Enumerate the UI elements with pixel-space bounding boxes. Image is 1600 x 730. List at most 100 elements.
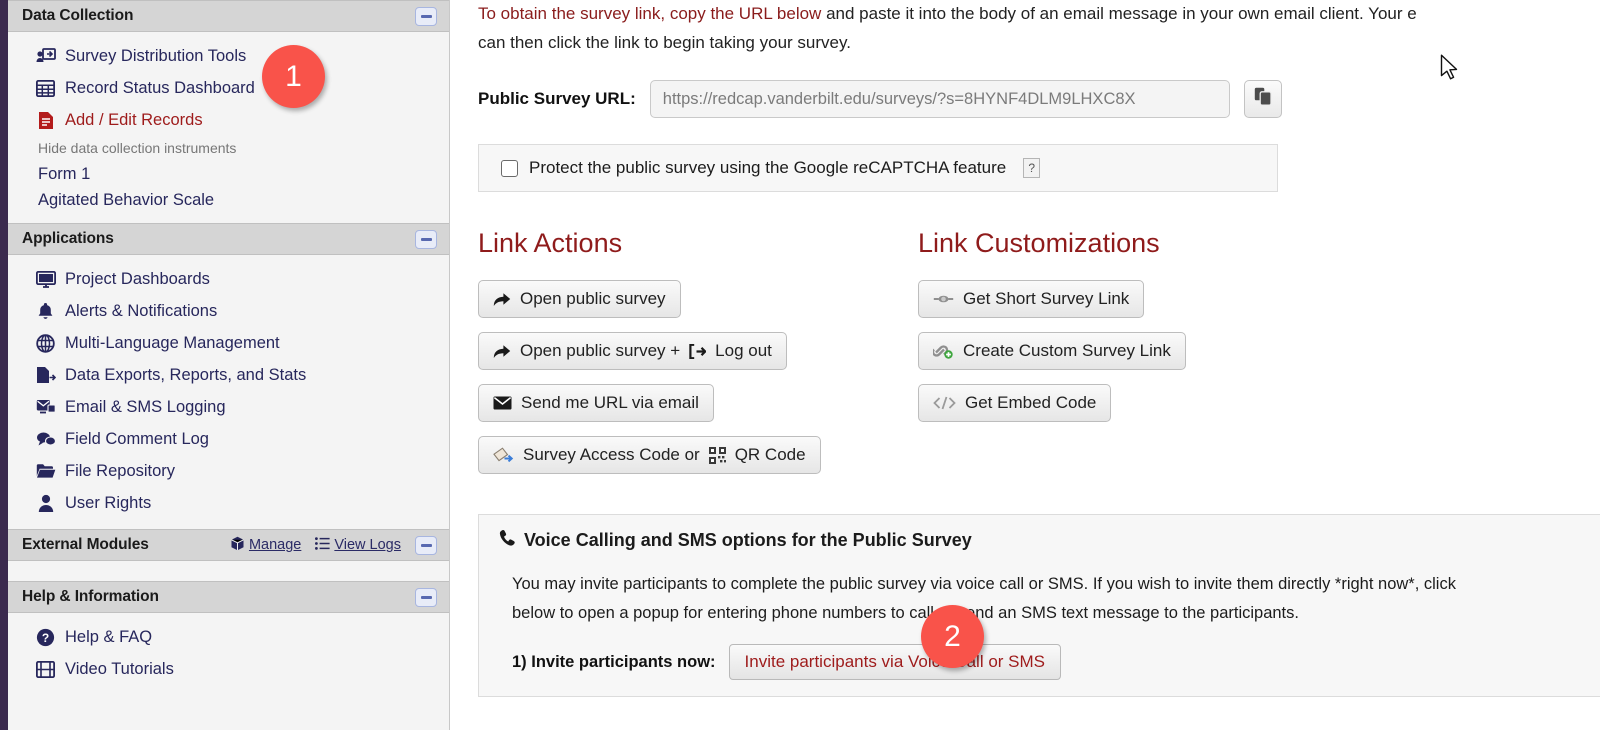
button-label: Get Short Survey Link bbox=[963, 289, 1130, 308]
intro-text: To obtain the survey link, copy the URL … bbox=[468, 0, 1600, 29]
sidebar-item-file-repository[interactable]: File Repository bbox=[8, 455, 449, 487]
document-export-icon bbox=[35, 365, 56, 386]
manage-label: Manage bbox=[248, 537, 302, 553]
hide-data-collection-instruments-link[interactable]: Hide data collection instruments bbox=[8, 136, 449, 161]
voice-panel-paragraph-line2: below to open a popup for entering phone… bbox=[512, 604, 1299, 622]
invite-participants-step-label: 1) Invite participants now: bbox=[512, 652, 716, 671]
recaptcha-label: Protect the public survey using the Goog… bbox=[529, 158, 1007, 177]
sidebar-item-label: Multi-Language Management bbox=[65, 334, 280, 352]
external-modules-manage-link[interactable]: Manage bbox=[230, 536, 301, 555]
button-label-2: Log out bbox=[715, 341, 772, 360]
link-sections: Link Actions Open public survey Open pub… bbox=[478, 228, 1600, 488]
voice-panel-title: Voice Calling and SMS options for the Pu… bbox=[524, 530, 972, 550]
copy-clipboard-icon bbox=[1254, 87, 1272, 111]
button-label: Send me URL via email bbox=[521, 393, 699, 412]
public-survey-url-row: Public Survey URL: https://redcap.vander… bbox=[468, 80, 1600, 118]
sidebar-item-record-status-dashboard[interactable]: Record Status Dashboard bbox=[8, 72, 449, 104]
survey-access-code-qr-button[interactable]: Survey Access Code or QR Code bbox=[478, 436, 821, 474]
external-modules-view-logs-link[interactable]: View Logs bbox=[315, 536, 401, 554]
sidebar-item-label: Add / Edit Records bbox=[65, 111, 203, 129]
sidebar-item-label: Video Tutorials bbox=[65, 660, 174, 678]
sidebar-item-field-comment-log[interactable]: Field Comment Log bbox=[8, 423, 449, 455]
intro-text-line2: can then click the link to begin taking … bbox=[478, 33, 851, 52]
public-survey-url-input[interactable]: https://redcap.vanderbilt.edu/surveys/?s… bbox=[649, 80, 1230, 118]
section-title-applications: Applications bbox=[22, 230, 114, 247]
recaptcha-help-icon[interactable]: ? bbox=[1023, 158, 1041, 178]
code-icon bbox=[933, 396, 956, 410]
film-icon bbox=[35, 659, 56, 680]
sidebar-item-survey-distribution-tools[interactable]: Survey Distribution Tools bbox=[8, 40, 449, 72]
sidebar-item-project-dashboards[interactable]: Project Dashboards bbox=[8, 263, 449, 295]
grid-table-icon bbox=[35, 78, 56, 99]
link-customizations-title: Link Customizations bbox=[918, 228, 1160, 258]
sidebar-form-link-agitated-behavior-scale[interactable]: Agitated Behavior Scale bbox=[8, 187, 449, 213]
mouse-pointer-icon bbox=[1440, 54, 1460, 87]
button-label: Create Custom Survey Link bbox=[963, 341, 1171, 360]
sidebar-form-link-form-1[interactable]: Form 1 bbox=[8, 161, 449, 187]
sidebar-item-alerts-notifications[interactable]: Alerts & Notifications bbox=[8, 295, 449, 327]
minus-icon[interactable] bbox=[415, 6, 437, 26]
recaptcha-option-row: Protect the public survey using the Goog… bbox=[478, 144, 1278, 192]
redcap-survey-distribution-page: Data Collection Survey Distribution Tool… bbox=[0, 0, 1600, 730]
open-public-survey-logout-button[interactable]: Open public survey + Log out bbox=[478, 332, 787, 370]
recaptcha-checkbox[interactable] bbox=[501, 159, 518, 177]
button-label-2: QR Code bbox=[734, 445, 806, 464]
get-short-survey-link-button[interactable]: Get Short Survey Link bbox=[918, 280, 1145, 318]
sidebar-section-body-applications: Project Dashboards Alerts & Notification… bbox=[8, 255, 449, 529]
link-chain-icon bbox=[933, 293, 954, 305]
list-icon bbox=[315, 536, 330, 554]
annotation-badge-2: 2 bbox=[921, 605, 984, 668]
invite-participants-row: 1) Invite participants now: Invite parti… bbox=[479, 628, 1600, 680]
section-title-external-modules: External Modules bbox=[22, 536, 149, 553]
invite-participants-via-voice-call-or-sms-button[interactable]: Invite participants via Voice Call or SM… bbox=[728, 644, 1061, 680]
view-logs-label: View Logs bbox=[334, 537, 401, 553]
bell-icon bbox=[35, 301, 56, 322]
minus-icon[interactable] bbox=[415, 535, 437, 555]
sidebar-item-user-rights[interactable]: User Rights bbox=[8, 487, 449, 519]
share-arrow-icon bbox=[493, 344, 511, 359]
sidebar-item-label: User Rights bbox=[65, 494, 152, 512]
sidebar-item-help-faq[interactable]: ? Help & FAQ bbox=[8, 621, 449, 653]
send-me-url-via-email-button[interactable]: Send me URL via email bbox=[478, 384, 714, 422]
open-public-survey-button[interactable]: Open public survey bbox=[478, 280, 681, 318]
sidebar-item-label: Help & FAQ bbox=[65, 628, 153, 646]
section-title-help-information: Help & Information bbox=[22, 588, 159, 605]
section-title-data-collection: Data Collection bbox=[22, 7, 134, 24]
sidebar-item-add-edit-records[interactable]: Add / Edit Records bbox=[8, 104, 449, 136]
comments-icon bbox=[35, 429, 56, 450]
ticket-icon bbox=[493, 447, 514, 463]
red-document-icon bbox=[35, 110, 56, 131]
sidebar-item-multi-language-management[interactable]: Multi-Language Management bbox=[8, 327, 449, 359]
button-label: Get Embed Code bbox=[965, 393, 1097, 412]
share-arrow-icon bbox=[493, 292, 511, 307]
user-icon bbox=[35, 493, 56, 514]
create-custom-survey-link-button[interactable]: Create Custom Survey Link bbox=[918, 332, 1186, 370]
folder-open-icon bbox=[35, 461, 56, 482]
link-add-icon bbox=[933, 343, 954, 359]
sidebar-item-video-tutorials[interactable]: Video Tutorials bbox=[8, 653, 449, 685]
main-content: To obtain the survey link, copy the URL … bbox=[450, 0, 1600, 730]
link-actions-title: Link Actions bbox=[478, 228, 623, 258]
sidebar-item-label: Field Comment Log bbox=[65, 430, 209, 448]
globe-icon bbox=[35, 333, 56, 354]
annotation-badge-1: 1 bbox=[262, 45, 325, 108]
minus-icon[interactable] bbox=[415, 229, 437, 249]
sidebar-section-body-data-collection: Survey Distribution Tools Record Status … bbox=[8, 32, 449, 223]
sidebar-section-header-external-modules: External Modules Manage View Logs bbox=[8, 529, 449, 561]
sidebar-item-data-exports-reports-stats[interactable]: Data Exports, Reports, and Stats bbox=[8, 359, 449, 391]
email-stack-icon bbox=[35, 397, 56, 418]
sidebar-section-header-help-information: Help & Information bbox=[8, 581, 449, 613]
sidebar-section-body-external-modules bbox=[8, 561, 449, 581]
sidebar-item-label: File Repository bbox=[65, 462, 176, 480]
get-embed-code-button[interactable]: Get Embed Code bbox=[918, 384, 1112, 422]
voice-calling-sms-panel: Voice Calling and SMS options for the Pu… bbox=[478, 514, 1600, 697]
copy-url-button[interactable] bbox=[1243, 80, 1282, 118]
logout-icon bbox=[689, 343, 707, 359]
svg-text:?: ? bbox=[42, 631, 49, 645]
link-actions-column: Link Actions Open public survey Open pub… bbox=[478, 228, 918, 488]
sidebar-section-header-applications: Applications bbox=[8, 223, 449, 255]
intro-highlight: To obtain the survey link, copy the URL … bbox=[478, 4, 822, 23]
minus-icon[interactable] bbox=[415, 587, 437, 607]
sidebar-item-email-sms-logging[interactable]: Email & SMS Logging bbox=[8, 391, 449, 423]
question-circle-icon: ? bbox=[35, 627, 56, 648]
